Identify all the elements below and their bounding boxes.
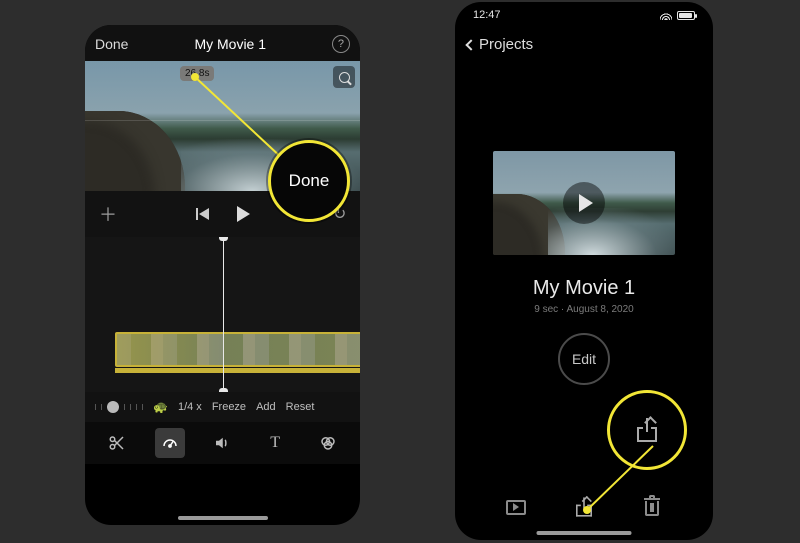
filters-icon[interactable] xyxy=(313,428,343,458)
volume-icon[interactable] xyxy=(207,428,237,458)
preview-artwork xyxy=(85,111,185,191)
back-button[interactable]: Projects xyxy=(455,28,713,61)
add-button[interactable]: Add xyxy=(256,401,276,413)
timeline-audio-band[interactable] xyxy=(115,368,360,373)
done-button[interactable]: Done xyxy=(95,36,128,52)
share-icon xyxy=(637,418,657,442)
zoom-icon[interactable] xyxy=(333,66,355,88)
timeline-clip[interactable] xyxy=(115,332,360,367)
annotation-callout-share xyxy=(607,390,687,470)
battery-icon xyxy=(677,11,695,20)
reset-button[interactable]: Reset xyxy=(286,401,315,413)
speed-slider[interactable] xyxy=(95,401,143,413)
back-label: Projects xyxy=(479,36,533,53)
status-time: 12:47 xyxy=(473,9,501,21)
help-icon[interactable]: ? xyxy=(332,35,350,53)
status-bar: 12:47 xyxy=(455,2,713,28)
project-screen: 12:47 Projects My Movie 1 9 sec · August… xyxy=(455,2,713,540)
home-indicator[interactable] xyxy=(537,531,632,535)
title-icon[interactable]: T xyxy=(260,428,290,458)
turtle-icon: 🐢 xyxy=(153,400,168,414)
editor-navbar: Done My Movie 1 ? xyxy=(85,25,360,61)
rewind-icon[interactable] xyxy=(199,208,209,220)
play-overlay-icon[interactable] xyxy=(563,182,605,224)
speed-rate-label: 1/4 x xyxy=(178,401,202,413)
home-indicator[interactable] xyxy=(178,516,268,520)
playhead[interactable] xyxy=(223,237,224,392)
movie-title-label: My Movie 1 xyxy=(194,36,266,52)
speedometer-icon[interactable] xyxy=(155,428,185,458)
annotation-label: Done xyxy=(289,171,330,191)
chevron-left-icon xyxy=(465,39,476,50)
annotation-leader xyxy=(191,73,287,163)
play-button[interactable] xyxy=(505,496,527,518)
edit-button[interactable]: Edit xyxy=(558,333,610,385)
project-title: My Movie 1 xyxy=(455,277,713,300)
freeze-button[interactable]: Freeze xyxy=(212,401,246,413)
timeline[interactable] xyxy=(85,237,360,392)
play-icon[interactable] xyxy=(237,206,250,222)
annotation-callout-done: Done xyxy=(268,140,350,222)
project-meta: 9 sec · August 8, 2020 xyxy=(455,304,713,315)
speed-controls: 🐢 1/4 x Freeze Add Reset xyxy=(85,392,360,422)
editor-screen: Done My Movie 1 ? 26.8s Done ＋ ↺ xyxy=(85,25,360,525)
scissors-icon[interactable] xyxy=(102,428,132,458)
add-media-icon[interactable]: ＋ xyxy=(99,201,117,227)
wifi-icon xyxy=(660,11,672,20)
toolbar: T xyxy=(85,422,360,464)
project-thumbnail[interactable] xyxy=(493,151,675,255)
